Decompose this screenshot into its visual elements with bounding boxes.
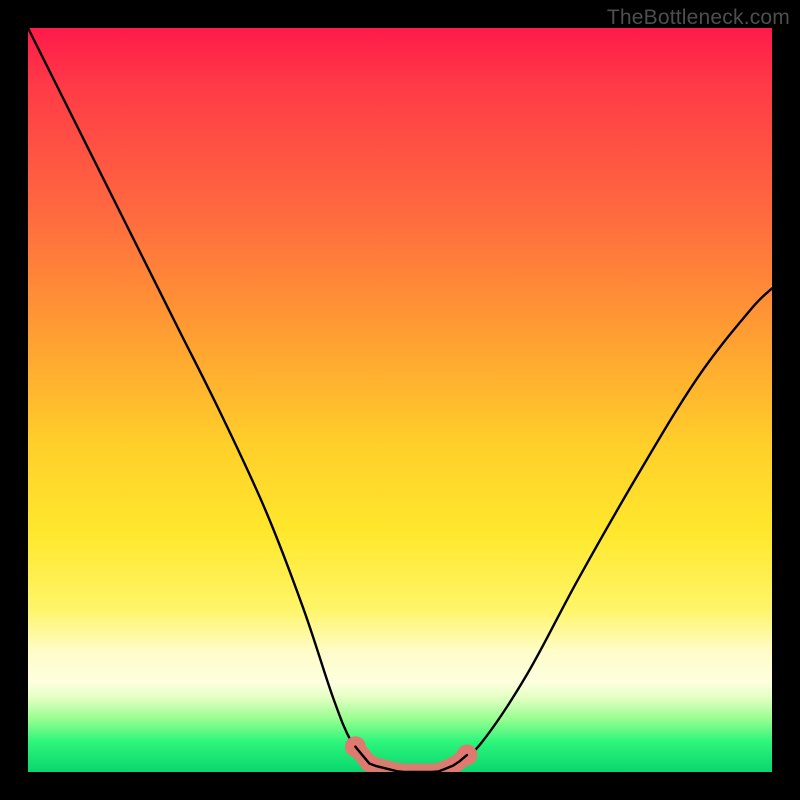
curve-layer <box>28 28 772 772</box>
flat-marker <box>345 736 478 772</box>
watermark-label: TheBottleneck.com <box>607 6 790 30</box>
bottleneck-curve <box>28 28 772 772</box>
plot-area <box>28 28 772 772</box>
chart-frame: TheBottleneck.com <box>0 0 800 800</box>
